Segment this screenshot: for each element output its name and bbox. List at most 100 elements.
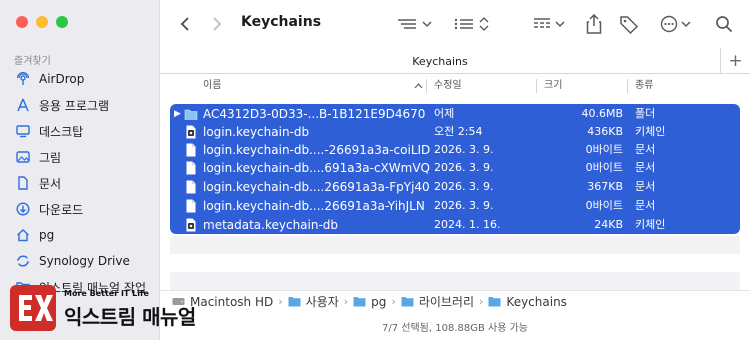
file-row[interactable]: metadata.keychain-db 2024. 1. 16. 24KB 키… [170,216,740,234]
path-segment-pg[interactable]: pg [371,295,386,309]
file-date: 2026. 3. 9. [434,199,494,212]
document-icon [186,161,196,175]
tab-keychains[interactable]: Keychains [160,48,720,74]
sidebar-item-label: 데스크탑 [39,124,84,139]
action-menu-button[interactable] [660,12,696,36]
share-button[interactable] [584,12,604,36]
file-name: metadata.keychain-db [203,218,339,232]
minimize-window-button[interactable] [36,16,48,28]
column-header-date[interactable]: 수정일 [434,75,462,97]
file-size: 436KB [587,125,623,138]
keychain-file-icon [186,125,196,139]
folder-icon [488,297,501,307]
sidebar-item-label: AirDrop [39,72,85,86]
forward-button[interactable] [206,12,228,36]
desktop-icon [16,125,30,138]
file-row[interactable]: login.keychain-db....26691a3a-FpYj40 202… [170,178,740,196]
path-separator-icon: › [479,295,484,308]
file-size: 0바이트 [585,199,623,212]
window-title: Keychains [241,14,322,30]
status-bar: 7/7 선택됨, 108.88GB 사용 가능 [382,322,528,334]
sidebar-item-label: 문서 [39,176,62,191]
file-date: 2026. 3. 9. [434,143,494,156]
close-window-button[interactable] [16,16,28,28]
file-row[interactable]: login.keychain-db....-26691a3a-coiLID 20… [170,141,740,159]
tag-icon [620,16,639,34]
path-segment-users[interactable]: 사용자 [306,293,339,310]
document-icon [186,199,196,213]
back-button[interactable] [174,12,196,36]
synology-icon [16,255,30,267]
file-row[interactable]: login.keychain-db 오전 2:54 436KB 키체인 [170,123,740,141]
search-button[interactable] [713,12,735,36]
file-row[interactable]: login.keychain-db....26691a3a-YihJLN 202… [170,197,740,215]
column-header-size[interactable]: 크기 [544,75,562,97]
grid-group-icon [534,18,565,28]
path-separator-icon: › [343,295,349,308]
file-kind: 문서 [635,143,656,156]
folder-icon [353,297,366,307]
file-list: ▶ AC4312D3-0D33-...B-1B121E9D4670 어제 40.… [170,104,740,234]
file-name: login.keychain-db....-26691a3a-coiLID [203,143,431,157]
path-segment-keychains[interactable]: Keychains [506,295,567,309]
sort-button[interactable] [453,12,493,36]
file-kind: 문서 [635,199,656,212]
file-kind: 문서 [635,180,656,193]
column-header-kind[interactable]: 종류 [635,75,653,97]
share-icon [586,14,602,34]
column-divider[interactable] [536,79,537,93]
file-kind: 키체인 [635,218,666,231]
group-button[interactable] [532,12,568,36]
file-row[interactable]: ▶ AC4312D3-0D33-...B-1B121E9D4670 어제 40.… [170,105,740,123]
path-separator-icon: › [278,295,283,308]
file-date: 2026. 3. 9. [434,161,494,174]
airdrop-icon [16,72,30,85]
sort-ascending-icon [414,75,423,97]
file-size: 24KB [594,218,623,231]
watermark-tagline: More Better IT Life [64,289,149,298]
path-separator-icon: › [391,295,396,308]
column-divider[interactable] [627,79,628,93]
file-date: 2024. 1. 16. [434,218,501,231]
sidebar-item-synology-drive[interactable]: Synology Drive [0,248,160,274]
view-mode-button[interactable] [396,12,436,36]
column-divider[interactable] [426,79,427,93]
sidebar-item-downloads[interactable]: 다운로드 [0,196,160,222]
file-row[interactable]: login.keychain-db....691a3a-cXWmVQ 2026.… [170,159,740,177]
keychain-file-icon [186,218,196,232]
sidebar-item-pictures[interactable]: 그림 [0,144,160,170]
search-icon [716,16,733,33]
column-header-name[interactable]: 이름 [203,75,221,97]
sidebar-section-favorites: 즐겨찾기 [14,56,51,67]
tag-button[interactable] [618,12,640,36]
sidebar-item-airdrop[interactable]: AirDrop [0,66,160,92]
sidebar-item-home[interactable]: pg [0,222,160,248]
disclosure-triangle-icon[interactable]: ▶ [174,105,181,123]
file-size: 0바이트 [585,143,623,156]
file-size: 40.6MB [581,107,623,120]
sidebar-item-applications[interactable]: 응용 프로그램 [0,92,160,118]
downloads-icon [16,202,30,216]
watermark-name: 익스트림 매뉴얼 [64,305,196,329]
column-headers: 이름 수정일 크기 종류 [170,75,740,97]
zoom-window-button[interactable] [56,16,68,28]
sidebar-item-label: 다운로드 [39,202,84,217]
folder-icon [401,297,414,307]
sidebar-item-label: pg [39,228,55,242]
home-icon [17,229,29,242]
watermark-logo [10,285,56,331]
folder-icon [184,109,198,120]
sort-icon [454,17,489,31]
empty-row-stripe [170,236,740,254]
sidebar-list: AirDrop 응용 프로그램 데스크탑 그림 문서 다운로드 pg Synol… [0,66,160,300]
applications-icon [17,98,29,112]
chevron-left-icon [180,17,189,31]
sidebar-item-documents[interactable]: 문서 [0,170,160,196]
file-date: 2026. 3. 9. [434,180,494,193]
file-kind: 문서 [635,161,656,174]
sidebar-item-desktop[interactable]: 데스크탑 [0,118,160,144]
file-kind: 키체인 [635,125,666,138]
path-segment-library[interactable]: 라이브러리 [419,293,474,310]
new-tab-button[interactable]: + [720,48,750,74]
file-name: AC4312D3-0D33-...B-1B121E9D4670 [203,107,426,121]
